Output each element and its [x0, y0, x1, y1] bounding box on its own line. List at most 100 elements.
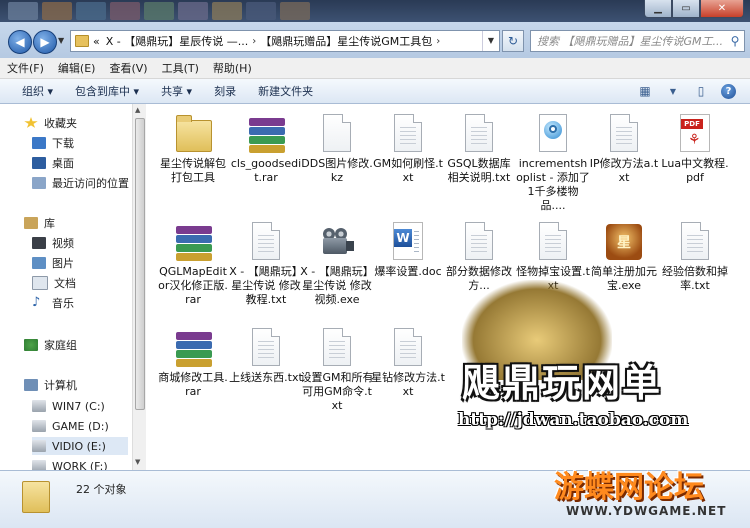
nav-label: GAME (D:) — [52, 419, 109, 433]
file-item[interactable]: 经验倍数和掉率.txt — [658, 222, 732, 293]
search-placeholder: 搜索 【飓鼎玩赠品】星尘传说GM工... — [537, 35, 723, 48]
breadcrumb-overflow[interactable]: « — [93, 35, 100, 48]
file-item[interactable]: cls_goodsedit.rar — [229, 114, 303, 185]
file-name: X - 【飓鼎玩】星尘传说 修改视频.exe — [300, 265, 374, 306]
file-name: cls_goodsedit.rar — [230, 157, 302, 184]
file-name: GSQL数据库相关说明.txt — [447, 157, 511, 184]
scrollbar-thumb[interactable] — [135, 118, 145, 410]
text-file-icon — [681, 222, 709, 260]
menu-bar: 文件(F) 编辑(E) 查看(V) 工具(T) 帮助(H) — [0, 58, 750, 79]
file-item[interactable]: 商城修改工具.rar — [156, 328, 230, 399]
file-item[interactable]: 设置GM和所有可用GM命令.txt — [300, 328, 374, 413]
refresh-button[interactable]: ↻ — [502, 30, 524, 52]
maximize-button[interactable]: ▭ — [672, 0, 700, 18]
menu-help[interactable]: 帮助(H) — [206, 60, 259, 76]
breadcrumb-current[interactable]: 【飓鼎玩赠品】星尘传说GM工具包 — [260, 33, 432, 49]
file-item[interactable]: 星钻修改方法.txt — [371, 328, 445, 399]
rar-archive-icon — [176, 332, 212, 367]
file-item[interactable]: GM如何刷怪.txt — [371, 114, 445, 185]
file-name: X - 【飓鼎玩】星尘传说 修改教程.txt — [229, 265, 303, 306]
text-file-icon — [252, 222, 280, 260]
file-name: 星尘传说解包打包工具 — [160, 157, 226, 184]
file-item[interactable]: X - 【飓鼎玩】星尘传说 修改教程.txt — [229, 222, 303, 307]
view-dropdown-icon[interactable]: ▼ — [665, 83, 681, 99]
folder-icon — [176, 115, 212, 152]
include-in-library-button[interactable]: 包含到库中 ▾ — [64, 83, 150, 99]
nav-label: WORK (F:) — [52, 459, 108, 471]
file-name: incrementshoplist - 添加了1千多楼物品.... — [516, 157, 590, 212]
nav-label: 下载 — [52, 137, 74, 150]
search-icon[interactable]: ⚲ — [726, 34, 744, 48]
share-button[interactable]: 共享 ▾ — [150, 83, 203, 99]
file-name: 部分数据修改方... — [446, 265, 512, 292]
back-button[interactable]: ◀ — [8, 30, 32, 54]
taskbar-thumbnail — [76, 2, 106, 20]
menu-file[interactable]: 文件(F) — [0, 60, 51, 76]
nav-label: 库 — [44, 217, 55, 230]
file-name: 上线送东西.txt — [229, 371, 303, 384]
file-item[interactable]: 部分数据修改方... — [442, 222, 516, 293]
file-item[interactable]: IP修改方法a.txt — [587, 114, 661, 185]
file-item[interactable]: QGLMapEditor汉化修正版.rar — [156, 222, 230, 307]
scroll-up-icon[interactable]: ▲ — [135, 106, 140, 114]
menu-tools[interactable]: 工具(T) — [155, 60, 206, 76]
breadcrumb-item[interactable]: X - 【飓鼎玩】星辰传说 —... — [106, 33, 248, 49]
view-options-icon[interactable]: ▦ — [637, 83, 653, 99]
nav-downloads[interactable]: 下载 — [32, 134, 74, 152]
file-item[interactable]: W 爆率设置.doc — [371, 222, 445, 279]
search-input[interactable]: 搜索 【飓鼎玩赠品】星尘传说GM工... ⚲ — [530, 30, 745, 52]
file-item[interactable]: incrementshoplist - 添加了1千多楼物品.... — [516, 114, 590, 213]
file-item[interactable]: X - 【飓鼎玩】星尘传说 修改视频.exe — [300, 222, 374, 307]
folder-icon — [22, 481, 50, 513]
command-bar: 组织 ▾ 包含到库中 ▾ 共享 ▾ 刻录 新建文件夹 ▦ ▼ ▯ ? — [0, 79, 750, 104]
file-item[interactable]: 简单注册加元宝.exe — [587, 222, 661, 293]
close-button[interactable]: ✕ — [700, 0, 744, 18]
new-folder-button[interactable]: 新建文件夹 — [247, 83, 324, 99]
address-bar[interactable]: « X - 【飓鼎玩】星辰传说 —... › 【飓鼎玩赠品】星尘传说GM工具包 … — [70, 30, 500, 52]
nav-label: 视频 — [52, 237, 74, 250]
picture-icon — [32, 257, 46, 269]
nav-scrollbar[interactable]: ▲ ▼ — [132, 104, 146, 470]
pdf-icon: PDF ⚘ — [680, 114, 710, 152]
file-item[interactable]: 怪物掉宝设置.txt — [516, 222, 590, 293]
nav-music[interactable]: ♪ 音乐 — [32, 294, 74, 312]
nav-recent[interactable]: 最近访问的位置 — [32, 174, 129, 192]
text-file-icon — [323, 328, 351, 366]
nav-documents[interactable]: 文档 — [32, 274, 76, 292]
nav-homegroup[interactable]: 家庭组 — [24, 336, 77, 354]
forward-button[interactable]: ▶ — [33, 30, 57, 54]
help-icon[interactable]: ? — [721, 83, 736, 99]
preview-pane-icon[interactable]: ▯ — [693, 83, 709, 99]
minimize-button[interactable]: ▁ — [644, 0, 672, 18]
nav-drive-d[interactable]: GAME (D:) — [32, 417, 109, 435]
file-name: 怪物掉宝设置.txt — [516, 265, 590, 292]
file-item[interactable]: GSQL数据库相关说明.txt — [442, 114, 516, 185]
nav-pictures[interactable]: 图片 — [32, 254, 74, 272]
file-item[interactable]: PDF ⚘ Lua中文教程.pdf — [658, 114, 732, 185]
burn-button[interactable]: 刻录 — [203, 83, 247, 99]
chevron-right-icon[interactable]: › — [252, 36, 256, 47]
desktop-icon — [32, 157, 46, 169]
nav-favorites[interactable]: 收藏夹 — [24, 114, 77, 132]
address-dropdown[interactable]: ▼ — [482, 31, 499, 51]
file-item[interactable]: 上线送东西.txt — [229, 328, 303, 385]
nav-videos[interactable]: 视频 — [32, 234, 74, 252]
word-document-icon: W — [393, 222, 423, 260]
menu-view[interactable]: 查看(V) — [102, 60, 154, 76]
scroll-down-icon[interactable]: ▼ — [135, 458, 140, 466]
chevron-right-icon[interactable]: › — [436, 36, 440, 47]
file-item[interactable]: DDS图片修改.kz — [300, 114, 374, 185]
menu-edit[interactable]: 编辑(E) — [51, 60, 103, 76]
organize-button[interactable]: 组织 ▾ — [0, 83, 64, 99]
text-file-icon — [539, 222, 567, 260]
file-item[interactable]: 星尘传说解包打包工具 — [156, 114, 230, 185]
nav-drive-e[interactable]: VIDIO (E:) — [32, 437, 128, 455]
nav-desktop[interactable]: 桌面 — [32, 154, 74, 172]
nav-libraries[interactable]: 库 — [24, 214, 55, 232]
nav-drive-f[interactable]: WORK (F:) — [32, 457, 108, 470]
drive-icon — [32, 420, 46, 432]
recent-pages-dropdown[interactable]: ▼ — [58, 36, 64, 45]
star-icon — [24, 117, 38, 128]
nav-drive-c[interactable]: WIN7 (C:) — [32, 397, 105, 415]
nav-computer[interactable]: 计算机 — [24, 376, 77, 394]
